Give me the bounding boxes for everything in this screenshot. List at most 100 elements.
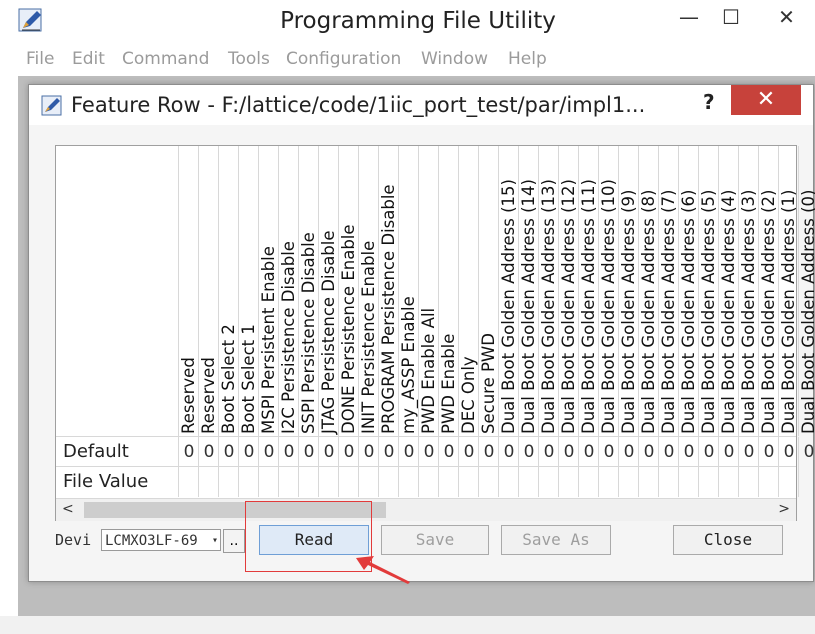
column-header-label-wrap: Dual Boot Golden Address (2) [759,146,779,436]
column-header-label-wrap: DONE Persistence Enable [339,146,359,436]
default-value-cell: 0 [278,437,299,467]
column-header-label: DONE Persistence Enable [339,224,358,434]
scroll-right-icon[interactable]: > [778,501,790,517]
menu-configuration[interactable]: Configuration [286,49,401,69]
horizontal-scrollbar[interactable]: < > [56,498,796,521]
file-value-cell[interactable] [438,467,459,497]
column-header: Dual Boot Golden Address (3) [738,146,759,436]
column-header: Dual Boot Golden Address (2) [758,146,779,436]
column-header-label-wrap: PWD Enable All [419,146,439,436]
file-value-cell[interactable] [738,467,759,497]
column-header: SSPI Persistence Disable [298,146,319,436]
dialog-close-button[interactable]: ✕ [731,85,801,115]
menu-window[interactable]: Window [421,49,488,69]
column-header: I2C Persistence Disable [278,146,299,436]
file-value-cell[interactable] [218,467,239,497]
column-header-label: Boot Select 2 [219,324,238,434]
file-value-cell[interactable] [598,467,619,497]
default-value-cell: 0 [518,437,539,467]
feature-row-dialog: Feature Row - F:/lattice/code/1iic_port_… [28,84,815,582]
default-value-cell: 0 [338,437,359,467]
default-value-cell: 0 [678,437,699,467]
column-header-label: Dual Boot Golden Address (14) [519,179,538,434]
file-value-cell[interactable] [198,467,219,497]
column-header-label-wrap: Reserved [179,146,199,436]
file-value-cell[interactable] [178,467,199,497]
file-value-cell[interactable] [298,467,319,497]
file-value-cell[interactable] [678,467,699,497]
file-value-cell[interactable] [498,467,519,497]
column-header-label: Dual Boot Golden Address (4) [719,189,738,434]
device-label: Devi [55,531,92,549]
save-button[interactable]: Save [381,525,489,555]
file-value-cell[interactable] [238,467,259,497]
minimize-button[interactable]: — [672,4,706,30]
menu-help[interactable]: Help [508,49,547,69]
file-value-cell[interactable] [558,467,579,497]
file-value-cell[interactable] [318,467,339,497]
default-value-cell: 0 [558,437,579,467]
file-value-cell[interactable] [278,467,299,497]
column-header: Dual Boot Golden Address (4) [718,146,739,436]
column-header-label-wrap: Secure PWD [479,146,499,436]
table-row-default: Default 00000000000000000000000000000000 [56,436,814,467]
default-value-cell: 0 [398,437,419,467]
column-header: Dual Boot Golden Address (15) [498,146,519,436]
file-value-cell[interactable] [578,467,599,497]
file-value-cell[interactable] [258,467,279,497]
column-header-label-wrap: PWD Enable [439,146,459,436]
column-header-label-wrap: INIT Persistence Enable [359,146,379,436]
column-header-label-wrap: Dual Boot Golden Address (15) [499,146,519,436]
file-value-cell[interactable] [718,467,739,497]
column-header-label: Dual Boot Golden Address (13) [539,179,558,434]
file-value-cell[interactable] [798,467,815,497]
window-close-button[interactable]: ✕ [758,4,815,30]
column-header-label: Dual Boot Golden Address (11) [579,179,598,434]
column-header-label: Dual Boot Golden Address (1) [779,189,798,434]
column-header: Dual Boot Golden Address (5) [698,146,719,436]
column-header: DONE Persistence Enable [338,146,359,436]
close-button[interactable]: Close [673,525,783,555]
column-header-label: Dual Boot Golden Address (0) [799,189,815,434]
menu-tools[interactable]: Tools [228,49,270,69]
file-value-cell[interactable] [478,467,499,497]
dialog-help-button[interactable]: ? [703,90,715,114]
default-value-cell: 0 [618,437,639,467]
file-value-cell[interactable] [418,467,439,497]
file-value-cell[interactable] [698,467,719,497]
default-value-cell: 0 [658,437,679,467]
file-value-cell[interactable] [338,467,359,497]
default-value-cell: 0 [578,437,599,467]
column-header: Dual Boot Golden Address (0) [798,146,815,436]
file-value-cell[interactable] [398,467,419,497]
maximize-button[interactable]: ☐ [714,4,748,30]
file-value-cell[interactable] [518,467,539,497]
column-header-label: Reserved [199,357,218,434]
column-header-label: Dual Boot Golden Address (5) [699,189,718,434]
column-header-label: INIT Persistence Enable [359,240,378,434]
file-value-cell[interactable] [378,467,399,497]
file-value-cell[interactable] [618,467,639,497]
file-value-cell[interactable] [358,467,379,497]
file-value-cell[interactable] [538,467,559,497]
file-value-cell[interactable] [638,467,659,497]
default-value-cell: 0 [598,437,619,467]
save-as-button[interactable]: Save As [501,525,611,555]
column-header-label-wrap: Dual Boot Golden Address (6) [679,146,699,436]
feature-row-table: Reserved Reserved Boot Select 2 Boot Select… [55,145,815,521]
browse-button[interactable]: .. [223,529,245,553]
default-value-cell: 0 [178,437,199,467]
column-header-label-wrap: MSPI Persistent Enable [259,146,279,436]
column-header-label: Dual Boot Golden Address (12) [559,179,578,434]
scroll-left-icon[interactable]: < [62,501,74,517]
file-value-cell[interactable] [658,467,679,497]
file-value-cell[interactable] [458,467,479,497]
menu-edit[interactable]: Edit [72,49,105,69]
menu-command[interactable]: Command [122,49,209,69]
device-select[interactable]: LCMXO3LF-69 ▾ [101,529,221,551]
file-value-cell[interactable] [758,467,779,497]
column-header-label: PWD Enable [439,333,458,434]
menu-file[interactable]: File [26,49,54,69]
file-value-cell[interactable] [778,467,799,497]
column-header-label-wrap: Dual Boot Golden Address (12) [559,146,579,436]
